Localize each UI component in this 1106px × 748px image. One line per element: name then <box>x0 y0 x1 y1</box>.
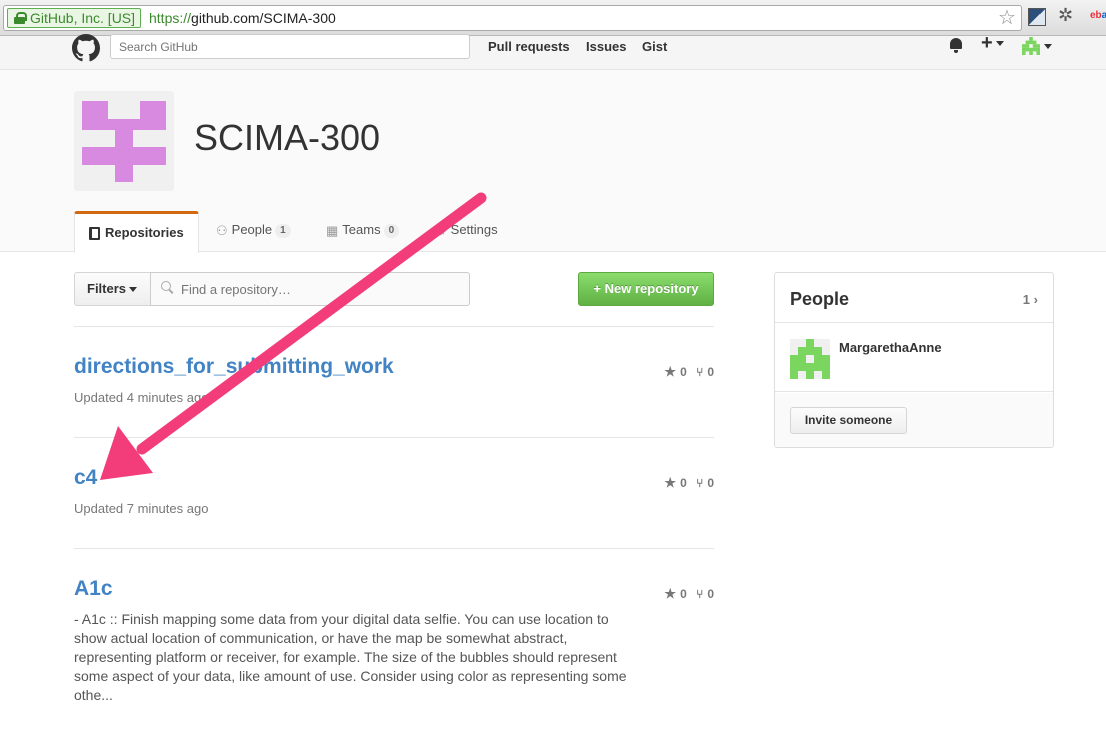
nav-gist[interactable]: Gist <box>642 39 667 54</box>
create-new-menu[interactable]: + <box>981 32 1004 55</box>
repo-stats: ★ 0 ⑂ 0 <box>660 586 714 602</box>
notifications-bell-icon[interactable] <box>948 36 964 54</box>
member-row[interactable]: MargarethaAnne <box>775 324 1053 392</box>
repo-description: - A1c :: Finish mapping some data from y… <box>74 611 627 703</box>
fork-icon: ⑂ <box>696 587 704 601</box>
site-search-input[interactable] <box>110 34 470 59</box>
star-icon: ★ <box>664 364 677 379</box>
fork-count[interactable]: 0 <box>707 476 714 490</box>
repo-name-link[interactable]: directions_for_submitting_work <box>74 355 394 379</box>
member-avatar <box>790 339 830 379</box>
star-count[interactable]: 0 <box>680 476 687 490</box>
repo-stats: ★ 0 ⑂ 0 <box>660 475 714 491</box>
repo-name-link[interactable]: c4 <box>74 466 97 490</box>
people-title: People <box>790 289 850 309</box>
lock-icon <box>14 12 27 24</box>
new-repository-button[interactable]: + New repository <box>578 272 714 306</box>
fork-count[interactable]: 0 <box>707 365 714 379</box>
site-header: Pull requests Issues Gist + <box>0 32 1106 70</box>
filters-dropdown[interactable]: Filters <box>74 272 151 306</box>
user-menu[interactable] <box>1021 37 1052 55</box>
url-scheme: https:// <box>149 10 192 26</box>
org-identicon <box>82 101 166 182</box>
star-icon: ★ <box>664 475 677 490</box>
fork-count[interactable]: 0 <box>707 587 714 601</box>
new-repo-label: New repository <box>604 281 699 296</box>
address-bar[interactable]: GitHub, Inc. [US] https://github.com/SCI… <box>3 5 1022 31</box>
repo-list: directions_for_submitting_work Updated 4… <box>74 326 714 748</box>
chevron-down-icon <box>1044 43 1052 49</box>
plus-icon: + <box>981 32 993 54</box>
org-avatar <box>74 91 174 191</box>
repo-item: directions_for_submitting_work Updated 4… <box>74 326 714 437</box>
tab-teams[interactable]: ▦ Teams 0 <box>312 211 413 252</box>
nav-pull-requests[interactable]: Pull requests <box>488 39 570 54</box>
bookmark-star-icon[interactable]: ☆ <box>998 8 1016 28</box>
people-sidebar: People 1 › MargarethaAnne Invite someone <box>774 272 1054 448</box>
tab-label: People <box>231 222 273 237</box>
people-counter: 1 <box>275 223 291 238</box>
chevron-right-icon: › <box>1033 292 1038 307</box>
teams-counter: 0 <box>383 223 400 238</box>
member-name[interactable]: MargarethaAnne <box>839 340 942 355</box>
bug-extension-icon[interactable]: ✲ <box>1058 5 1073 26</box>
ebay-extension-icon[interactable]: ebay <box>1090 10 1106 21</box>
repo-item: c4 Updated 7 minutes ago ★ 0 ⑂ 0 <box>74 437 714 548</box>
browser-toolbar: GitHub, Inc. [US] https://github.com/SCI… <box>0 0 1106 36</box>
github-logo-icon[interactable] <box>72 34 100 62</box>
star-icon: ★ <box>664 586 677 601</box>
fork-icon: ⑂ <box>696 365 704 379</box>
user-avatar <box>1022 37 1040 55</box>
url-path: github.com/SCIMA-300 <box>191 10 336 26</box>
tab-label: Teams <box>342 222 381 237</box>
tab-repositories[interactable]: Repositories <box>74 211 199 253</box>
org-name: SCIMA-300 <box>194 117 381 158</box>
nav-issues[interactable]: Issues <box>586 39 626 54</box>
fork-icon: ⑂ <box>696 476 704 490</box>
star-count[interactable]: 0 <box>680 587 687 601</box>
repo-name-link[interactable]: A1c <box>74 577 113 601</box>
book-icon <box>89 227 100 241</box>
tab-label: Repositories <box>105 225 184 240</box>
people-header[interactable]: People 1 › <box>775 273 1053 323</box>
repo-item: A1c - A1c :: Finish mapping some data fr… <box>74 548 714 748</box>
tab-label: Settings <box>450 222 498 237</box>
tab-people[interactable]: ⚇ People 1 <box>202 211 305 252</box>
star-count[interactable]: 0 <box>680 365 687 379</box>
chevron-down-icon <box>995 41 1004 47</box>
url-text[interactable]: https://github.com/SCIMA-300 <box>149 9 336 27</box>
extension-icon[interactable] <box>1028 8 1046 26</box>
ev-label: GitHub, Inc. [US] <box>30 10 136 26</box>
team-icon: ▦ <box>326 222 339 238</box>
repo-filter-input[interactable] <box>150 272 470 306</box>
invite-area: Invite someone <box>775 393 1053 447</box>
people-icon: ⚇ <box>216 222 228 238</box>
gear-icon: ⚙ <box>435 222 447 238</box>
tab-settings[interactable]: ⚙ Settings <box>421 211 512 252</box>
people-count: 1 › <box>1022 292 1038 307</box>
repo-updated: Updated 7 minutes ago <box>74 501 209 516</box>
invite-someone-button[interactable]: Invite someone <box>790 407 907 434</box>
chevron-down-icon <box>129 287 138 293</box>
org-header: SCIMA-300 Repositories ⚇ People 1 ▦ Teams 0 … <box>0 70 1106 253</box>
repo-updated: Updated 4 minutes ago <box>74 390 209 405</box>
filters-label: Filters <box>87 281 127 296</box>
repo-stats: ★ 0 ⑂ 0 <box>660 364 714 380</box>
search-icon <box>161 281 175 295</box>
ev-certificate-badge[interactable]: GitHub, Inc. [US] <box>7 8 142 28</box>
